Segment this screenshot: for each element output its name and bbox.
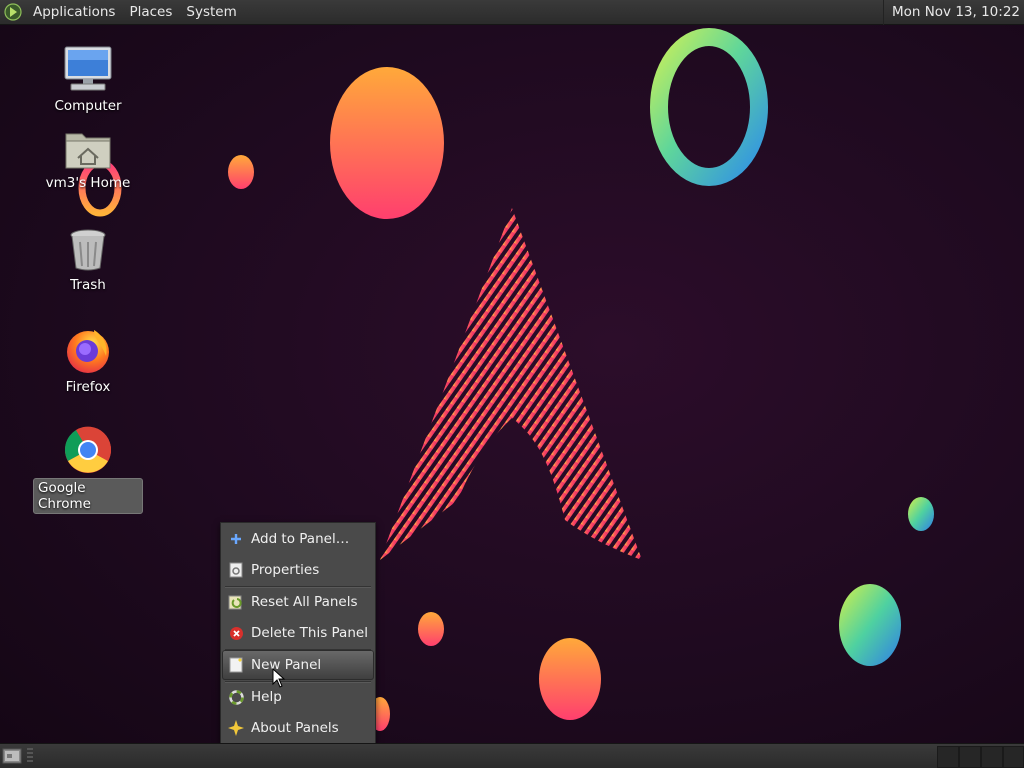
desktop-icon-trash[interactable]: Trash [33, 228, 143, 294]
desktop-icon-label: vm3's Home [45, 175, 131, 191]
workspace-switcher-3[interactable] [981, 746, 1003, 768]
about-icon [228, 720, 244, 736]
delete-icon [228, 625, 244, 641]
desktop-icon-firefox[interactable]: Firefox [33, 326, 143, 396]
menu-item-help[interactable]: Help [222, 682, 374, 712]
menu-item-add-to-panel[interactable]: Add to Panel… [222, 524, 374, 554]
firefox-icon [67, 330, 109, 373]
home-folder-icon [65, 133, 111, 169]
workspace-switcher-2[interactable] [959, 746, 981, 768]
menu-item-reset-all-panels[interactable]: Reset All Panels [222, 587, 374, 617]
clock[interactable]: Mon Nov 13, 10:22 [882, 0, 1024, 25]
bottom-panel [0, 743, 1024, 768]
menu-item-label: About Panels [251, 720, 339, 736]
new-panel-icon [228, 657, 244, 673]
desktop-icon-computer[interactable]: Computer [33, 45, 143, 115]
computer-icon [64, 46, 112, 91]
desktop-icon-label: Computer [54, 98, 122, 114]
properties-icon [228, 562, 244, 578]
menu-item-label: Delete This Panel [251, 625, 368, 641]
chrome-icon [64, 426, 112, 473]
menu-item-label: Help [251, 689, 282, 705]
add-icon [228, 531, 244, 547]
panel-context-menu: Add to Panel… Properties Reset All Panel… [220, 522, 376, 744]
menu-item-new-panel[interactable]: New Panel [222, 650, 374, 680]
wallpaper [78, 28, 934, 731]
menu-item-label: Reset All Panels [251, 594, 358, 610]
menu-system[interactable]: System [179, 0, 243, 25]
menu-places[interactable]: Places [122, 0, 179, 25]
menu-item-properties[interactable]: Properties [222, 555, 374, 585]
desktop-icon-home[interactable]: vm3's Home [33, 128, 143, 192]
panel-drag-handle[interactable] [27, 748, 33, 764]
menu-applications[interactable]: Applications [26, 0, 122, 25]
workspace-switcher-4[interactable] [1003, 746, 1024, 768]
reset-icon [228, 594, 244, 610]
desktop-icon-google-chrome[interactable]: Google Chrome [33, 426, 143, 514]
distro-logo-icon[interactable] [0, 0, 26, 25]
workspace-switcher-1[interactable] [937, 746, 959, 768]
menu-item-delete-this-panel[interactable]: Delete This Panel [222, 618, 374, 648]
desktop-icon-label: Trash [70, 277, 106, 293]
top-panel: Applications Places System Mon Nov 13, 1… [0, 0, 1024, 25]
menu-item-about-panels[interactable]: About Panels [222, 713, 374, 743]
show-desktop-icon[interactable] [2, 747, 22, 765]
desktop-icon-label: Google Chrome [33, 478, 143, 514]
menu-item-label: Properties [251, 562, 320, 578]
trash-icon [70, 229, 106, 271]
help-icon [228, 689, 244, 705]
menu-item-label: New Panel [251, 657, 322, 673]
menu-item-label: Add to Panel… [251, 531, 350, 547]
mouse-cursor-icon [272, 668, 286, 688]
desktop-icon-label: Firefox [65, 379, 111, 395]
